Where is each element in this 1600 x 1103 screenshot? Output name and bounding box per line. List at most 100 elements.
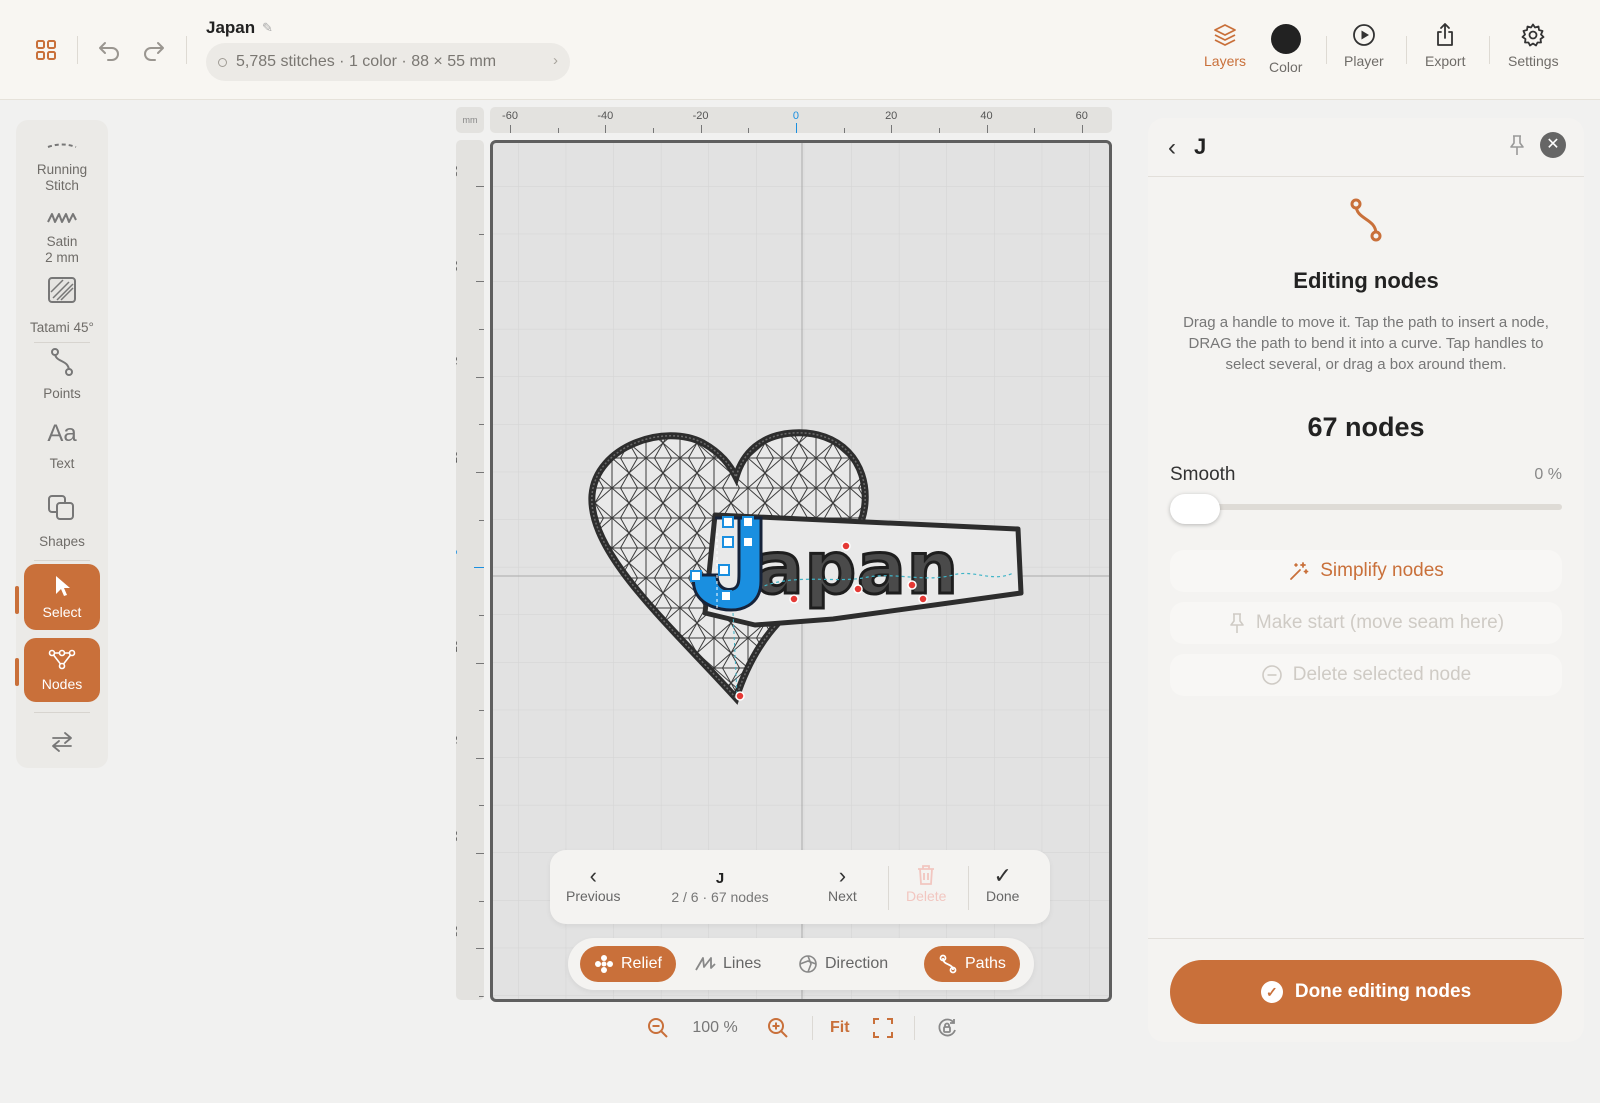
node-handle[interactable] <box>720 590 732 602</box>
smooth-slider-track[interactable] <box>1170 504 1562 510</box>
running-stitch-tool[interactable]: Running Stitch <box>16 130 108 194</box>
points-tool[interactable]: Points <box>16 346 108 402</box>
text-label: Text <box>49 456 75 471</box>
player-button[interactable]: Player <box>1344 22 1384 69</box>
rotation-lock-icon[interactable] <box>936 1017 958 1044</box>
horizontal-ruler: -60 -40 -20 0 20 40 60 <box>490 107 1112 133</box>
node-handle[interactable] <box>742 516 754 528</box>
export-button[interactable]: Export <box>1425 22 1465 69</box>
paths-mode-button[interactable]: Paths <box>924 946 1020 982</box>
ruler-tick <box>510 125 511 133</box>
settings-button[interactable]: Settings <box>1508 22 1559 69</box>
document-title[interactable]: Japan <box>206 18 255 38</box>
lines-icon <box>695 957 716 971</box>
object-position: 2 / 6 · 67 nodes <box>671 889 769 905</box>
gear-icon <box>1521 23 1545 47</box>
node-handle[interactable] <box>742 536 754 548</box>
redo-icon[interactable] <box>141 38 167 62</box>
ruler-tick-label: 0 <box>456 537 460 567</box>
nodes-icon <box>48 649 76 670</box>
tatami-label: Tatami 45° <box>30 320 94 335</box>
current-object-name: J <box>715 870 725 887</box>
select-tool-button[interactable]: Select <box>24 564 100 630</box>
ruler-tick-label: 40 <box>456 355 460 368</box>
path-node-icon <box>1342 196 1390 249</box>
ruler-tick-label: -80 <box>456 925 460 942</box>
ruler-tick <box>1081 125 1083 133</box>
ruler-tick <box>557 128 559 133</box>
previous-label: Previous <box>566 888 621 904</box>
shapes-tool[interactable]: Shapes <box>16 492 108 550</box>
direction-icon <box>799 955 817 973</box>
swap-button[interactable] <box>16 726 108 758</box>
divider <box>968 866 969 910</box>
select-active-marker <box>15 586 19 614</box>
ruler-tick-label: 80 <box>456 164 460 178</box>
point-marker <box>853 584 863 594</box>
ruler-tick <box>476 757 484 759</box>
chevron-right-icon: › <box>553 52 558 69</box>
select-label: Select <box>42 604 82 620</box>
settings-label: Settings <box>1508 53 1559 69</box>
nodes-active-marker <box>15 658 19 686</box>
ruler-tick <box>891 125 893 133</box>
node-count: 67 nodes <box>1307 412 1425 442</box>
node-handle[interactable] <box>718 564 730 576</box>
zoom-in-icon[interactable] <box>766 1016 790 1045</box>
divider <box>77 36 78 64</box>
ruler-unit: mm <box>456 107 484 133</box>
chevron-left-icon: ‹ <box>589 863 597 888</box>
node-handle[interactable] <box>690 570 702 582</box>
satin-tool[interactable]: Satin 2 mm <box>16 202 108 266</box>
node-handle[interactable] <box>722 536 734 548</box>
layers-button[interactable]: Layers <box>1204 22 1246 69</box>
points-label: Points <box>43 386 81 401</box>
ruler-tick <box>605 125 607 133</box>
text-tool[interactable]: Aa Text <box>16 418 108 472</box>
previous-button[interactable]: ‹ Previous <box>566 863 621 905</box>
next-button[interactable]: › Next <box>828 863 857 905</box>
design-text-apan[interactable]: apan <box>754 525 960 612</box>
color-button[interactable]: Color <box>1269 24 1302 75</box>
rename-pencil-icon[interactable]: ✎ <box>262 20 273 36</box>
done-editing-nodes-button[interactable]: ✓ Done editing nodes <box>1170 960 1562 1024</box>
relief-mode-button[interactable]: Relief <box>580 946 676 982</box>
lines-mode-button[interactable]: Lines <box>680 946 775 982</box>
undo-icon[interactable] <box>96 38 122 62</box>
chevron-right-icon: › <box>838 863 847 888</box>
divider <box>1148 938 1584 939</box>
divider <box>888 866 889 910</box>
close-icon[interactable]: ✕ <box>1540 132 1566 158</box>
text-tool-glyph: Aa <box>47 420 77 447</box>
fullscreen-icon[interactable] <box>872 1017 894 1044</box>
nodes-tool-button[interactable]: Nodes <box>24 638 100 702</box>
delete-button[interactable]: Delete <box>906 864 946 904</box>
share-icon <box>1437 23 1454 46</box>
smooth-slider-thumb[interactable] <box>1170 494 1220 524</box>
delete-selected-node-button[interactable]: Delete selected node <box>1170 654 1562 696</box>
pin-icon[interactable] <box>1508 134 1526 161</box>
done-label: Done <box>986 888 1020 904</box>
points-icon <box>48 346 76 378</box>
ruler-tick-label: 20 <box>885 110 898 122</box>
fit-button[interactable]: Fit <box>830 1019 850 1037</box>
ruler-tick-label: 60 <box>456 260 460 273</box>
top-bar: Japan ✎ 5,785 stitches · 1 color · 88 × … <box>0 0 1600 100</box>
zoom-out-icon[interactable] <box>646 1016 670 1045</box>
trash-icon <box>916 864 936 888</box>
simplify-nodes-button[interactable]: Simplify nodes <box>1170 550 1562 592</box>
grid-icon[interactable] <box>34 38 58 62</box>
design-info-pill[interactable]: 5,785 stitches · 1 color · 88 × 55 mm › <box>206 43 570 81</box>
ruler-tick <box>1034 128 1036 133</box>
make-start-button[interactable]: Make start (move seam here) <box>1170 602 1562 644</box>
done-button[interactable]: ✓ Done <box>986 864 1020 905</box>
player-label: Player <box>1344 53 1384 69</box>
ruler-tick <box>938 128 940 133</box>
direction-mode-button[interactable]: Direction <box>784 946 902 982</box>
pin-icon <box>1230 613 1244 633</box>
node-handle[interactable] <box>722 516 734 528</box>
tatami-tool[interactable]: Tatami 45° <box>16 274 108 336</box>
design-info-text: 5,785 stitches · 1 color · 88 × 55 mm <box>236 53 497 70</box>
running-stitch-label-1: Running <box>36 162 88 177</box>
back-chevron-icon[interactable]: ‹ <box>1168 134 1176 162</box>
